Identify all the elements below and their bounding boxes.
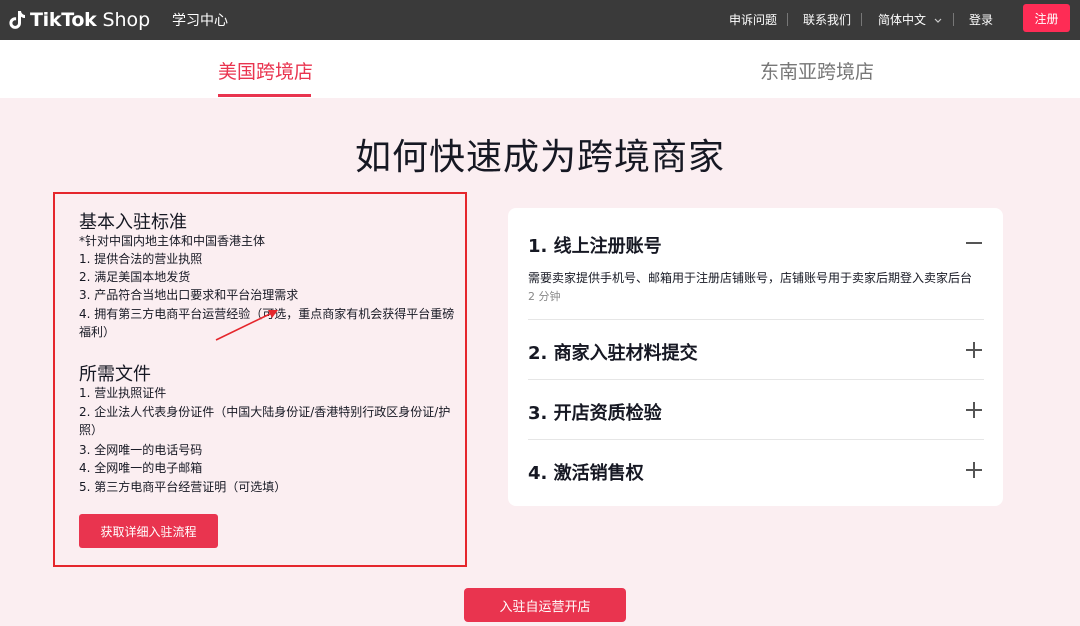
- minus-icon[interactable]: [966, 235, 982, 251]
- login-link[interactable]: 登录: [969, 11, 993, 28]
- nav-divider: [787, 13, 788, 26]
- active-tab-indicator: [218, 94, 311, 97]
- accordion-item-register[interactable]: 1. 线上注册账号: [528, 232, 984, 257]
- accordion-item-qualification[interactable]: 3. 开店资质检验: [528, 399, 984, 424]
- plus-icon[interactable]: [966, 462, 982, 478]
- accordion-item-materials[interactable]: 2. 商家入驻材料提交: [528, 339, 984, 364]
- tiktok-note-icon: [8, 10, 26, 30]
- tab-us-cross-border[interactable]: 美国跨境店: [218, 57, 313, 84]
- document-item: 1. 营业执照证件: [79, 386, 167, 400]
- nav-divider: [861, 13, 862, 26]
- plus-icon[interactable]: [966, 402, 982, 418]
- criteria-item: 1. 提供合法的营业执照: [79, 252, 203, 266]
- accordion-divider: [528, 379, 984, 380]
- appeal-link[interactable]: 申诉问题: [729, 11, 777, 28]
- accordion-divider: [528, 439, 984, 440]
- logo-text-shop: Shop: [102, 9, 151, 31]
- step-title: 3. 开店资质检验: [528, 403, 662, 424]
- store-region-tabs: 美国跨境店 东南亚跨境店: [0, 40, 1080, 98]
- criteria-note: *针对中国内地主体和中国香港主体: [79, 234, 266, 248]
- language-selector[interactable]: 简体中文: [878, 11, 942, 28]
- criteria-title: 基本入驻标准: [79, 212, 187, 233]
- annotation-arrow-icon: [215, 310, 278, 341]
- step-title: 1. 线上注册账号: [528, 236, 662, 257]
- contact-link[interactable]: 联系我们: [803, 11, 851, 28]
- document-item: 2. 企业法人代表身份证件（中国大陆身份证/香港特别行政区身份证/护照）: [79, 405, 451, 437]
- requirements-panel: 基本入驻标准 *针对中国内地主体和中国香港主体 1. 提供合法的营业执照 2. …: [53, 192, 467, 567]
- step-title: 2. 商家入驻材料提交: [528, 343, 698, 364]
- accordion-divider: [528, 319, 984, 320]
- register-button[interactable]: 注册: [1023, 4, 1070, 32]
- page-title: 如何快速成为跨境商家: [354, 137, 725, 178]
- document-item: 3. 全网唯一的电话号码: [79, 443, 203, 457]
- open-self-operated-store-button[interactable]: 入驻自运营开店: [464, 588, 626, 622]
- criteria-item: 2. 满足美国本地发货: [79, 270, 191, 284]
- get-detailed-process-button[interactable]: 获取详细入驻流程: [79, 514, 218, 548]
- accordion-item-activate[interactable]: 4. 激活销售权: [528, 459, 984, 484]
- language-label: 简体中文: [878, 13, 927, 27]
- learning-center-link[interactable]: 学习中心: [172, 10, 228, 30]
- documents-title: 所需文件: [79, 364, 151, 385]
- tab-sea-cross-border[interactable]: 东南亚跨境店: [760, 57, 874, 84]
- nav-divider: [953, 13, 954, 26]
- step-duration: 2 分钟: [528, 290, 561, 303]
- step-description: 需要卖家提供手机号、邮箱用于注册店铺账号，店铺账号用于卖家后期登入卖家后台: [528, 271, 973, 285]
- chevron-down-icon: [934, 18, 942, 23]
- document-item: 4. 全网唯一的电子邮箱: [79, 461, 203, 475]
- plus-icon[interactable]: [966, 342, 982, 358]
- step-title: 4. 激活销售权: [528, 463, 644, 484]
- document-item: 5. 第三方电商平台经营证明（可选填）: [79, 480, 287, 494]
- tiktok-shop-logo[interactable]: TikTok Shop: [8, 6, 150, 34]
- top-navigation-bar: TikTok Shop 学习中心 申诉问题 联系我们 简体中文 登录 注册: [0, 0, 1080, 40]
- onboarding-steps-accordion: 1. 线上注册账号 需要卖家提供手机号、邮箱用于注册店铺账号，店铺账号用于卖家后…: [508, 208, 1003, 506]
- logo-text-tiktok: TikTok: [30, 9, 97, 31]
